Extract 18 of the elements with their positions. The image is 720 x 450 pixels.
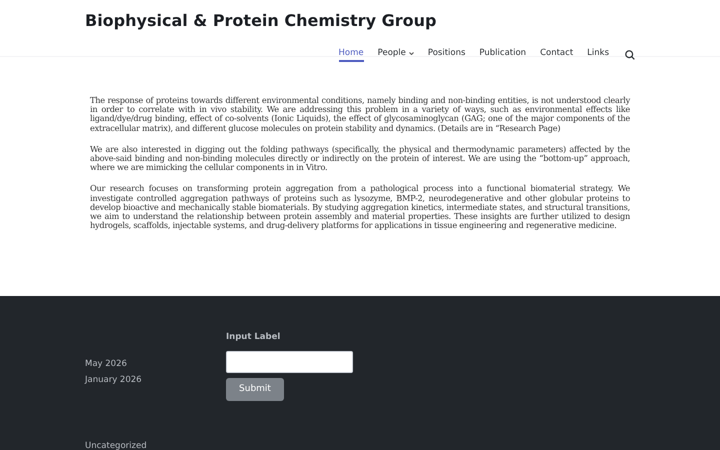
paragraph: Our research focuses on transforming protein aggregation from a pathological process into a functional biomaterial strategy. We investigate controlled aggregation pathways of proteins such as lysozyme, BMP-2, neurodegenerative and other globular proteins to develop bioactive and mechanically stable biomaterials. By studying aggregation kinetics, intermediate states, and structural transitions, we aim to understand the relationship between protein assembly and material properties. These insights are further utilized to design hydrogels, scaffolds, injectable systems, and drug-delivery platforms for applications in tissue engineering and regenerative medicine. [90, 184, 630, 230]
archive-link[interactable]: January 2026 [85, 375, 142, 386]
site-title[interactable]: Biophysical & Protein Chemistry Group [85, 0, 635, 31]
nav-link[interactable]: Home [338, 47, 364, 62]
input-field[interactable] [226, 351, 353, 373]
category-link[interactable]: Uncategorized [85, 441, 147, 450]
caret-icon [408, 52, 414, 54]
input-label: Input Label [226, 331, 282, 343]
search-icon[interactable] [625, 50, 635, 60]
paragraph: We are also interested in digging out the folding pathways (specifically, the physical and thermodynamic parameters) affected by the above-said binding and non-binding molecules directly or indirectly on the protein of interest. We are using the “bottom-up” approach, where we are mimicking the cellular components in in Vitro. [90, 144, 630, 172]
nav-link[interactable]: People [378, 47, 414, 62]
submit-button[interactable]: Submit [226, 378, 284, 401]
archive-link[interactable]: May 2026 [85, 359, 127, 370]
nav-link[interactable]: Publication [479, 47, 526, 62]
nav-link[interactable]: Links [587, 47, 609, 62]
paragraph: The response of proteins towards different environmental conditions, namely binding and non-binding entities, is not understood clearly in order to correlate with in vivo stability. We are addressing this problem in a variety of ways, such as environmental effects like ligand/dye/drug binding, effect of co-solvents (Ionic Liquids), the effect of glycosaminoglycan (GAG; one of the major components of the extracellular matrix), and different glucose molecules on protein stability and dynamics. (Details are in “Research Page) [90, 96, 630, 133]
nav-link[interactable]: Positions [428, 47, 466, 62]
nav-link[interactable]: Contact [540, 47, 574, 62]
